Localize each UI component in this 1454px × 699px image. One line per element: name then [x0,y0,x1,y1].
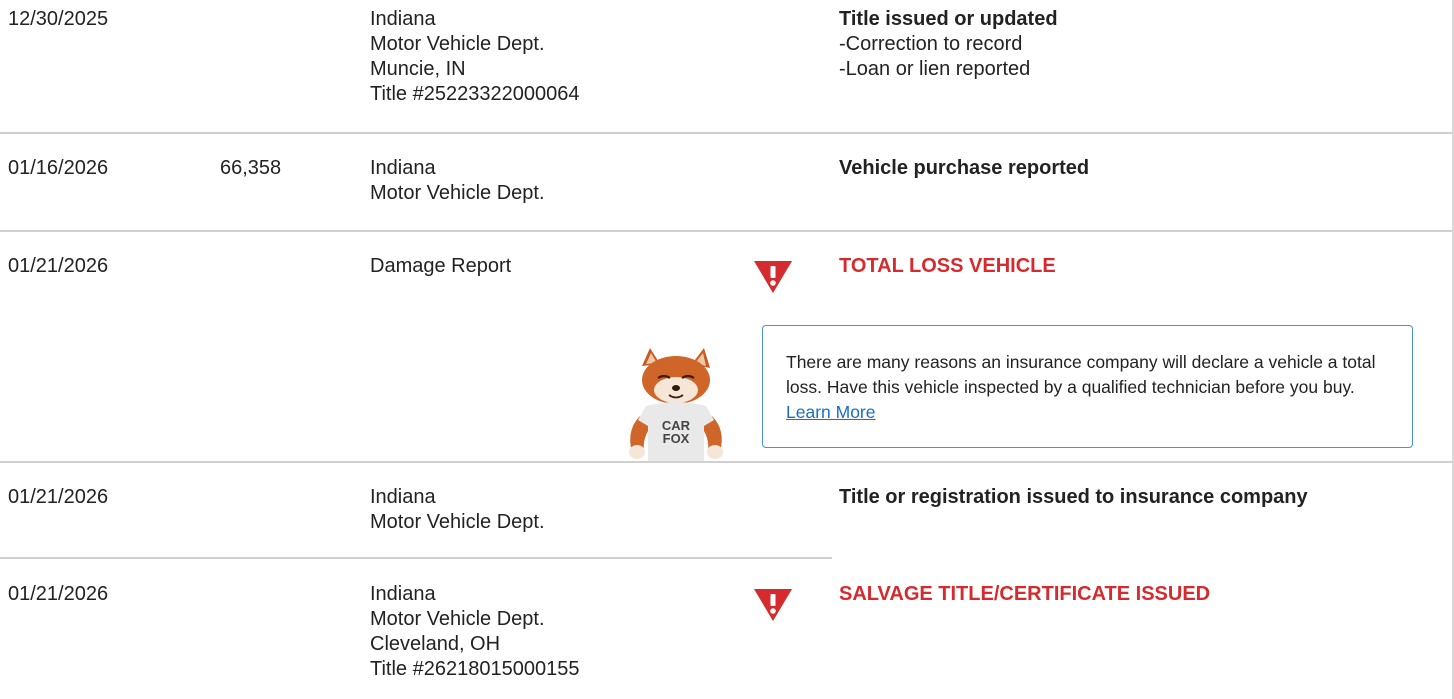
carfox-mascot: CAR FOX [629,348,723,462]
record-4-date: 01/21/2026 [8,486,109,508]
detail-title: Title issued or updated [839,8,1058,30]
source-line: Damage Report [370,255,512,277]
record-5-detail: SALVAGE TITLE/CERTIFICATE ISSUED [839,582,1210,607]
record-3-source: Damage Report [370,254,511,279]
detail-title: Title or registration issued to insuranc… [839,486,1308,508]
record-3-detail: TOTAL LOSS VEHICLE [839,254,1056,279]
source-line: Indiana [370,583,436,605]
record-5-source: Indiana Motor Vehicle Dept. Cleveland, O… [370,582,579,682]
record-1-date: 12/30/2025 [8,8,109,30]
row-divider [0,461,1452,463]
source-line: Cleveland, OH [370,633,501,655]
source-line: Motor Vehicle Dept. [370,511,545,533]
source-line: Motor Vehicle Dept. [370,182,545,204]
record-2-source: Indiana Motor Vehicle Dept. [370,156,545,206]
source-line: Indiana [370,8,436,30]
learn-more-link[interactable]: Learn More [786,402,876,422]
source-line: Title #25223322000064 [370,83,580,105]
alert-triangle-icon [754,589,792,621]
total-loss-info-box: There are many reasons an insurance comp… [762,325,1413,448]
detail-item: -Loan or lien reported [839,58,1031,80]
mascot-shirt-line2: FOX [663,431,690,446]
source-line: Muncie, IN [370,58,466,80]
record-2-detail: Vehicle purchase reported [839,156,1089,181]
row-divider [0,230,1452,232]
row-divider [0,557,832,559]
detail-title: Vehicle purchase reported [839,157,1090,179]
source-line: Indiana [370,157,436,179]
record-3-date: 01/21/2026 [8,255,109,277]
detail-title-alert: SALVAGE TITLE/CERTIFICATE ISSUED [839,583,1211,605]
record-2-odometer: 66,358 [220,157,282,179]
record-2-date: 01/16/2026 [8,157,109,179]
record-4-detail: Title or registration issued to insuranc… [839,485,1308,510]
record-5-date: 01/21/2026 [8,583,109,605]
source-line: Motor Vehicle Dept. [370,33,545,55]
source-line: Title #26218015000155 [370,658,580,680]
detail-item: -Correction to record [839,33,1023,55]
record-1-detail: Title issued or updated -Correction to r… [839,7,1058,82]
row-divider [0,132,1452,134]
detail-title-alert: TOTAL LOSS VEHICLE [839,255,1056,277]
info-box-text: There are many reasons an insurance comp… [786,352,1376,397]
record-1-source: Indiana Motor Vehicle Dept. Muncie, IN T… [370,7,579,107]
source-line: Indiana [370,486,436,508]
record-4-source: Indiana Motor Vehicle Dept. [370,485,545,535]
alert-triangle-icon [754,261,792,293]
source-line: Motor Vehicle Dept. [370,608,545,630]
